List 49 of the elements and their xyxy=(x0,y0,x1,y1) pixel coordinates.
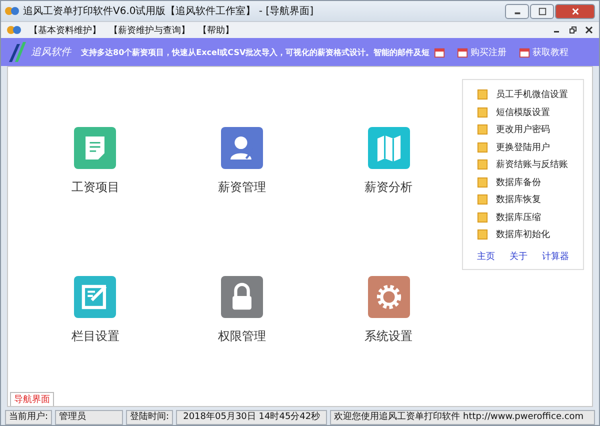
close-icon xyxy=(570,6,580,16)
tile-label[interactable]: 薪资分析 xyxy=(364,179,413,196)
panel-link[interactable]: 更改用户密码 xyxy=(496,123,550,136)
panel-link[interactable]: 数据库压缩 xyxy=(496,210,541,224)
status-label: 登陆时间: xyxy=(126,410,174,424)
tile-icon[interactable] xyxy=(74,276,116,318)
ticker-text: 支持多达80个薪资项目，快速从Excel或CSV批次导入，可视化的薪资格式设计。智能的邮件及短 xyxy=(81,46,430,58)
tile-label[interactable]: 权限管理 xyxy=(218,328,266,345)
tile-label[interactable]: 栏目设置 xyxy=(71,328,120,345)
status-value: 管理员 xyxy=(55,410,124,424)
tile-icon[interactable] xyxy=(220,276,263,318)
menu-item[interactable]: 【薪资维护与查询】 xyxy=(109,24,190,36)
logo-icon xyxy=(7,40,27,64)
panel-link[interactable]: 员工手机微信设置 xyxy=(496,88,568,102)
tile-label[interactable]: 工资项目 xyxy=(71,179,120,196)
status-value: 2018年05月30日 14时45分42秒 xyxy=(176,410,328,424)
minimize-button[interactable] xyxy=(505,4,529,18)
restore-icon[interactable] xyxy=(569,26,577,34)
panel-link[interactable]: 主页 xyxy=(477,250,495,262)
tile-label[interactable]: 薪资管理 xyxy=(218,179,266,196)
status-label: 当前用户: xyxy=(5,410,52,424)
close-button[interactable] xyxy=(555,4,595,18)
calendar-icon xyxy=(456,46,468,58)
calendar-icon xyxy=(518,46,530,58)
close-icon[interactable] xyxy=(585,26,593,34)
calendar-icon[interactable] xyxy=(434,46,445,58)
maximize-button[interactable] xyxy=(530,4,554,18)
brand-name: 追风软件 xyxy=(31,46,71,59)
panel-link[interactable]: 薪资结账与反结账 xyxy=(496,158,568,172)
status-message: 欢迎您使用追风工资单打印软件 http://www.pweroffice.com xyxy=(330,410,595,424)
panel-link[interactable]: 短信模版设置 xyxy=(496,106,550,119)
tile-label[interactable]: 系统设置 xyxy=(364,328,413,345)
menu-item[interactable]: 【帮助】 xyxy=(198,24,234,36)
menu-item[interactable]: 【基本资料维护】 xyxy=(29,24,101,36)
app-icon xyxy=(5,5,19,17)
panel-link[interactable]: 数据库初始化 xyxy=(496,228,550,242)
tab[interactable]: 导航界面 xyxy=(10,392,54,406)
panel-link[interactable]: 计算器 xyxy=(542,250,569,262)
tile-icon[interactable] xyxy=(368,127,410,169)
panel-link[interactable]: 关于 xyxy=(510,250,528,262)
tile-icon[interactable] xyxy=(74,127,116,169)
panel-link[interactable]: 数据库备份 xyxy=(496,176,541,189)
panel-link[interactable]: 更换登陆用户 xyxy=(496,140,550,154)
tile-icon[interactable] xyxy=(368,276,410,318)
app-icon xyxy=(7,24,21,36)
maximize-icon xyxy=(538,6,546,16)
panel-link[interactable]: 数据库恢复 xyxy=(496,193,541,206)
window-title: 追风工资单打印软件V6.0试用版【追风软件工作室】 - [导航界面] xyxy=(23,4,314,18)
tile-icon[interactable] xyxy=(220,127,263,169)
